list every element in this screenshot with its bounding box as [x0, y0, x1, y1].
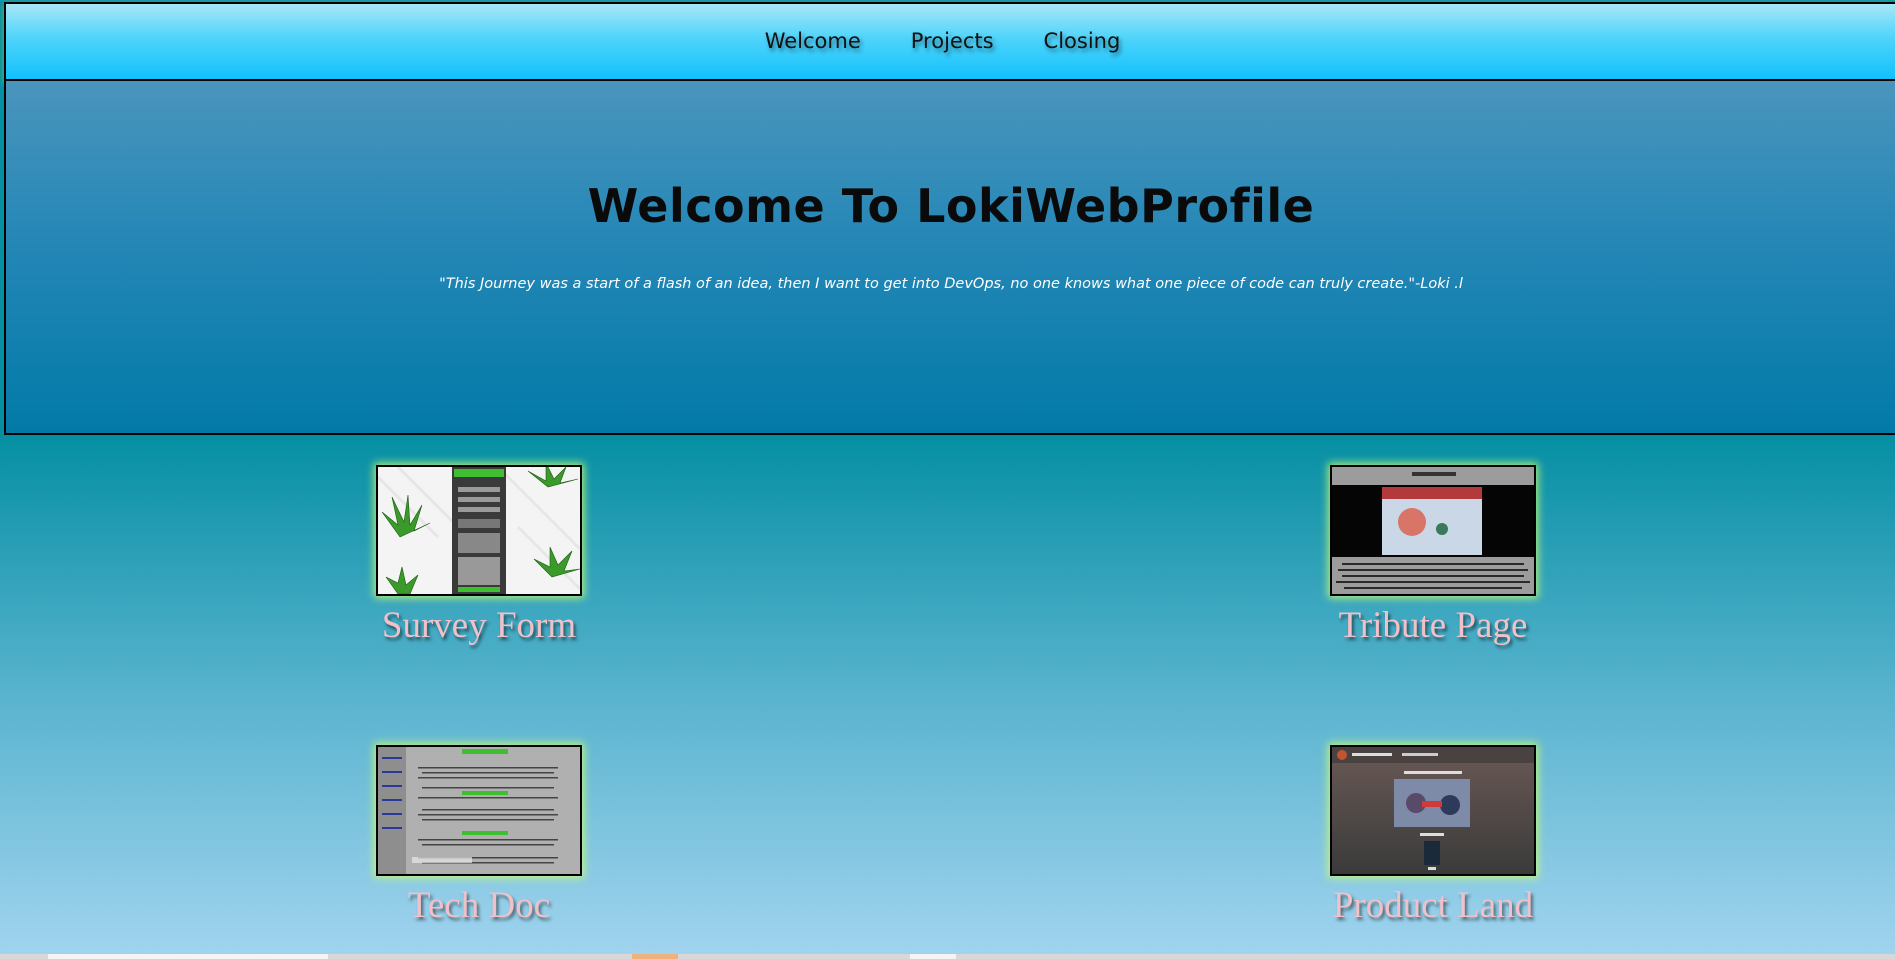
tech-doc-preview-image	[378, 747, 580, 874]
nav-link-closing[interactable]: Closing	[1044, 29, 1121, 53]
project-product-land: Product Land	[1330, 745, 1536, 927]
survey-form-thumbnail[interactable]	[376, 465, 582, 596]
tech-doc-thumbnail[interactable]	[376, 745, 582, 876]
page-title: Welcome To LokiWebProfile	[587, 179, 1315, 233]
project-survey-form: Survey Form	[376, 465, 582, 647]
tribute-page-preview-image	[1332, 467, 1534, 594]
survey-form-preview-image	[378, 467, 580, 594]
welcome-section: Welcome To LokiWebProfile "This Journey …	[4, 81, 1895, 435]
nav-link-welcome[interactable]: Welcome	[765, 29, 861, 53]
product-land-thumbnail[interactable]	[1330, 745, 1536, 876]
survey-form-link[interactable]: Survey Form	[336, 604, 622, 647]
top-navbar: Welcome Projects Closing	[4, 2, 1895, 81]
product-land-link[interactable]: Product Land	[1290, 884, 1576, 927]
hero-quote: "This Journey was a start of a flash of …	[439, 276, 1463, 292]
tribute-page-thumbnail[interactable]	[1330, 465, 1536, 596]
bottom-scrollbar-strip	[0, 954, 1895, 959]
project-tech-doc: Tech Doc	[376, 745, 582, 927]
project-tribute-page: Tribute Page	[1330, 465, 1536, 647]
product-land-preview-image	[1332, 747, 1534, 874]
nav-links: Welcome Projects Closing	[765, 29, 1121, 53]
tech-doc-link[interactable]: Tech Doc	[336, 884, 622, 927]
tribute-page-link[interactable]: Tribute Page	[1290, 604, 1576, 647]
nav-link-projects[interactable]: Projects	[911, 29, 994, 53]
